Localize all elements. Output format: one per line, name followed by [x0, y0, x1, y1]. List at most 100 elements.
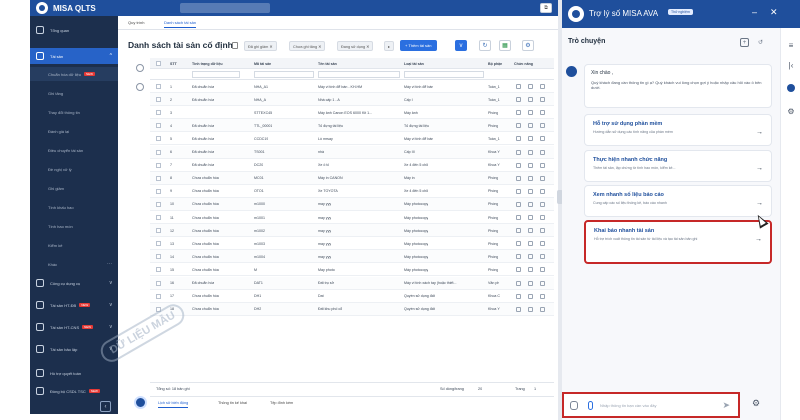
- copy-icon[interactable]: [528, 188, 533, 194]
- table-row[interactable]: 15 Chưa chuẩn hóa M May photo Máy photocopy P…: [150, 263, 554, 277]
- minimize-icon[interactable]: –: [752, 7, 757, 17]
- table-row[interactable]: 18 Chưa chuẩn hóa DH2 Đất khu phố cổ Quyền s…: [150, 302, 554, 316]
- more-icon[interactable]: [540, 201, 545, 207]
- table-row[interactable]: 1 Đã chuẩn hóa NHA_A1 Máy vi tính để bàn - …: [150, 80, 554, 94]
- copy-icon[interactable]: [528, 280, 533, 286]
- excel-icon[interactable]: ▦: [499, 40, 511, 51]
- global-search-input[interactable]: [180, 3, 270, 13]
- simulator-icon[interactable]: ⧉: [540, 3, 552, 13]
- more-icon[interactable]: [540, 188, 545, 194]
- copy-icon[interactable]: [528, 175, 533, 181]
- table-row[interactable]: 12 Chưa chuẩn hóa m1002 may yyy Máy photocop…: [150, 224, 554, 238]
- row-checkbox[interactable]: [156, 201, 161, 207]
- copy-icon[interactable]: [528, 293, 533, 299]
- sidebar-sub-other[interactable]: Khác ···: [30, 257, 118, 271]
- row-checkbox[interactable]: [156, 123, 161, 129]
- edit-icon[interactable]: [516, 175, 521, 181]
- suggestion-quick-action[interactable]: Thực hiện nhanh chức năng Thêm tài sản, …: [584, 150, 772, 182]
- name-filter-input[interactable]: [318, 71, 400, 78]
- edit-icon[interactable]: [516, 267, 521, 273]
- table-row[interactable]: 3 STTEXC45 Máy ảnh Canon EOS 6000 Kit 1...…: [150, 106, 554, 120]
- sidebar-sub-depreciation[interactable]: Tính khấu hao: [30, 200, 118, 214]
- sidebar-item-settlement[interactable]: Hồ trợ quyết toán: [30, 365, 118, 381]
- sidebar-sub-wear[interactable]: Tính hao mòn: [30, 219, 118, 233]
- row-checkbox[interactable]: [156, 136, 161, 142]
- copy-icon[interactable]: [528, 241, 533, 247]
- row-checkbox[interactable]: [156, 175, 161, 181]
- more-icon[interactable]: [540, 306, 545, 312]
- row-checkbox[interactable]: [156, 280, 161, 286]
- copy-icon[interactable]: [528, 84, 533, 89]
- search-icon[interactable]: [136, 83, 144, 91]
- row-checkbox[interactable]: [156, 97, 161, 103]
- select-all-checkbox[interactable]: [156, 61, 161, 66]
- chat-settings-icon[interactable]: ⚙: [752, 398, 760, 409]
- copy-icon[interactable]: [528, 110, 533, 116]
- sidebar-sub-increase[interactable]: Ghi tăng: [30, 86, 118, 100]
- edit-icon[interactable]: [516, 123, 521, 129]
- more-icon[interactable]: [540, 254, 545, 260]
- copy-icon[interactable]: [528, 201, 533, 207]
- edit-icon[interactable]: [516, 254, 521, 260]
- more-icon[interactable]: [540, 136, 545, 142]
- tab-process[interactable]: Quy trình: [128, 20, 144, 25]
- tab-attachments[interactable]: Tệp đính kèm: [270, 401, 293, 405]
- table-row[interactable]: 8 Chưa chuẩn hóa MC01 Máy in CANON Máy in Phò…: [150, 171, 554, 185]
- sidebar-sub-inventory[interactable]: Kiểm kê: [30, 238, 118, 252]
- refresh-icon[interactable]: ↻: [479, 40, 491, 51]
- ava-assistant-button[interactable]: [134, 396, 147, 409]
- more-icon[interactable]: [540, 110, 545, 116]
- edit-icon[interactable]: [516, 188, 521, 194]
- settings-icon[interactable]: ⚙: [522, 40, 534, 51]
- page-size-select[interactable]: 20: [478, 387, 482, 391]
- edit-icon[interactable]: [516, 306, 521, 312]
- table-row[interactable]: 11 Chưa chuẩn hóa m1001 may yyy Máy photocop…: [150, 211, 554, 225]
- row-checkbox[interactable]: [156, 241, 161, 247]
- edit-icon[interactable]: [516, 97, 521, 103]
- more-icon[interactable]: [540, 84, 545, 89]
- more-icon[interactable]: [540, 280, 545, 286]
- tab-history[interactable]: Lịch sử biến động: [158, 401, 189, 408]
- edit-icon[interactable]: [516, 280, 521, 286]
- edit-icon[interactable]: [516, 293, 521, 299]
- table-row[interactable]: 4 Đã chuẩn hóa TTL_00001 Tủ đựng tài liệu Tủ…: [150, 119, 554, 133]
- copy-icon[interactable]: [528, 149, 533, 155]
- more-icon[interactable]: [540, 215, 545, 220]
- add-asset-button[interactable]: + Thêm tài sản: [400, 40, 437, 51]
- filter-chip-in-use[interactable]: Đang sử dụng ✕: [337, 41, 374, 51]
- table-row[interactable]: 10 Chưa chuẩn hóa m1000 may yyy Máy photocop…: [150, 197, 554, 211]
- gear-icon[interactable]: ⚙: [787, 108, 795, 116]
- copy-icon[interactable]: [528, 97, 533, 103]
- table-row[interactable]: 17 Chưa chuẩn hóa DH1 Dat Quyền sử dụng đất K…: [150, 290, 554, 303]
- row-checkbox[interactable]: [156, 254, 161, 260]
- copy-icon[interactable]: [528, 123, 533, 129]
- ava-bot-icon[interactable]: [787, 84, 795, 92]
- sidebar-sub-change-info[interactable]: Thay đổi thông tin: [30, 105, 118, 119]
- tab-asset-list[interactable]: Danh sách tài sản: [164, 20, 197, 28]
- menu-icon[interactable]: ≡: [787, 42, 795, 50]
- more-icon[interactable]: [540, 97, 545, 103]
- more-icon[interactable]: [540, 123, 545, 129]
- edit-icon[interactable]: [516, 162, 521, 168]
- sidebar-sub-normalize[interactable]: Chuẩn hóa dữ liệu NEW: [30, 67, 118, 81]
- more-icon[interactable]: [540, 149, 545, 155]
- status-filter-select[interactable]: [192, 71, 240, 78]
- close-icon[interactable]: ✕: [770, 7, 778, 18]
- sidebar-sub-revaluation[interactable]: Đánh giá lại: [30, 124, 118, 138]
- sidebar-item-htcns[interactable]: Tài sản HT-CNS NEW v: [30, 319, 118, 335]
- row-checkbox[interactable]: [156, 110, 161, 116]
- microphone-icon[interactable]: [588, 401, 593, 410]
- send-icon[interactable]: ➤: [722, 400, 730, 411]
- more-icon[interactable]: [540, 293, 545, 299]
- table-row[interactable]: 5 Đã chuẩn hóa CCDC19 Lò mrsay Máy vi tính đ…: [150, 132, 554, 146]
- sidebar-item-assets[interactable]: Tài sản ^: [30, 48, 118, 64]
- table-row[interactable]: 16 Đã chuẩn hóa DAT1 Đất trụ sở Máy vi tính …: [150, 276, 554, 290]
- row-checkbox[interactable]: [156, 293, 161, 299]
- row-checkbox[interactable]: [156, 188, 161, 194]
- edit-icon[interactable]: [516, 215, 521, 220]
- sidebar-item-overview[interactable]: Tổng quan: [30, 22, 118, 38]
- code-filter-input[interactable]: [254, 71, 314, 78]
- suggestion-report-data[interactable]: Xem nhanh số liệu báo cáo Cung cấp các s…: [584, 185, 772, 217]
- filter-circle-icon[interactable]: [136, 64, 144, 72]
- edit-icon[interactable]: [516, 136, 521, 142]
